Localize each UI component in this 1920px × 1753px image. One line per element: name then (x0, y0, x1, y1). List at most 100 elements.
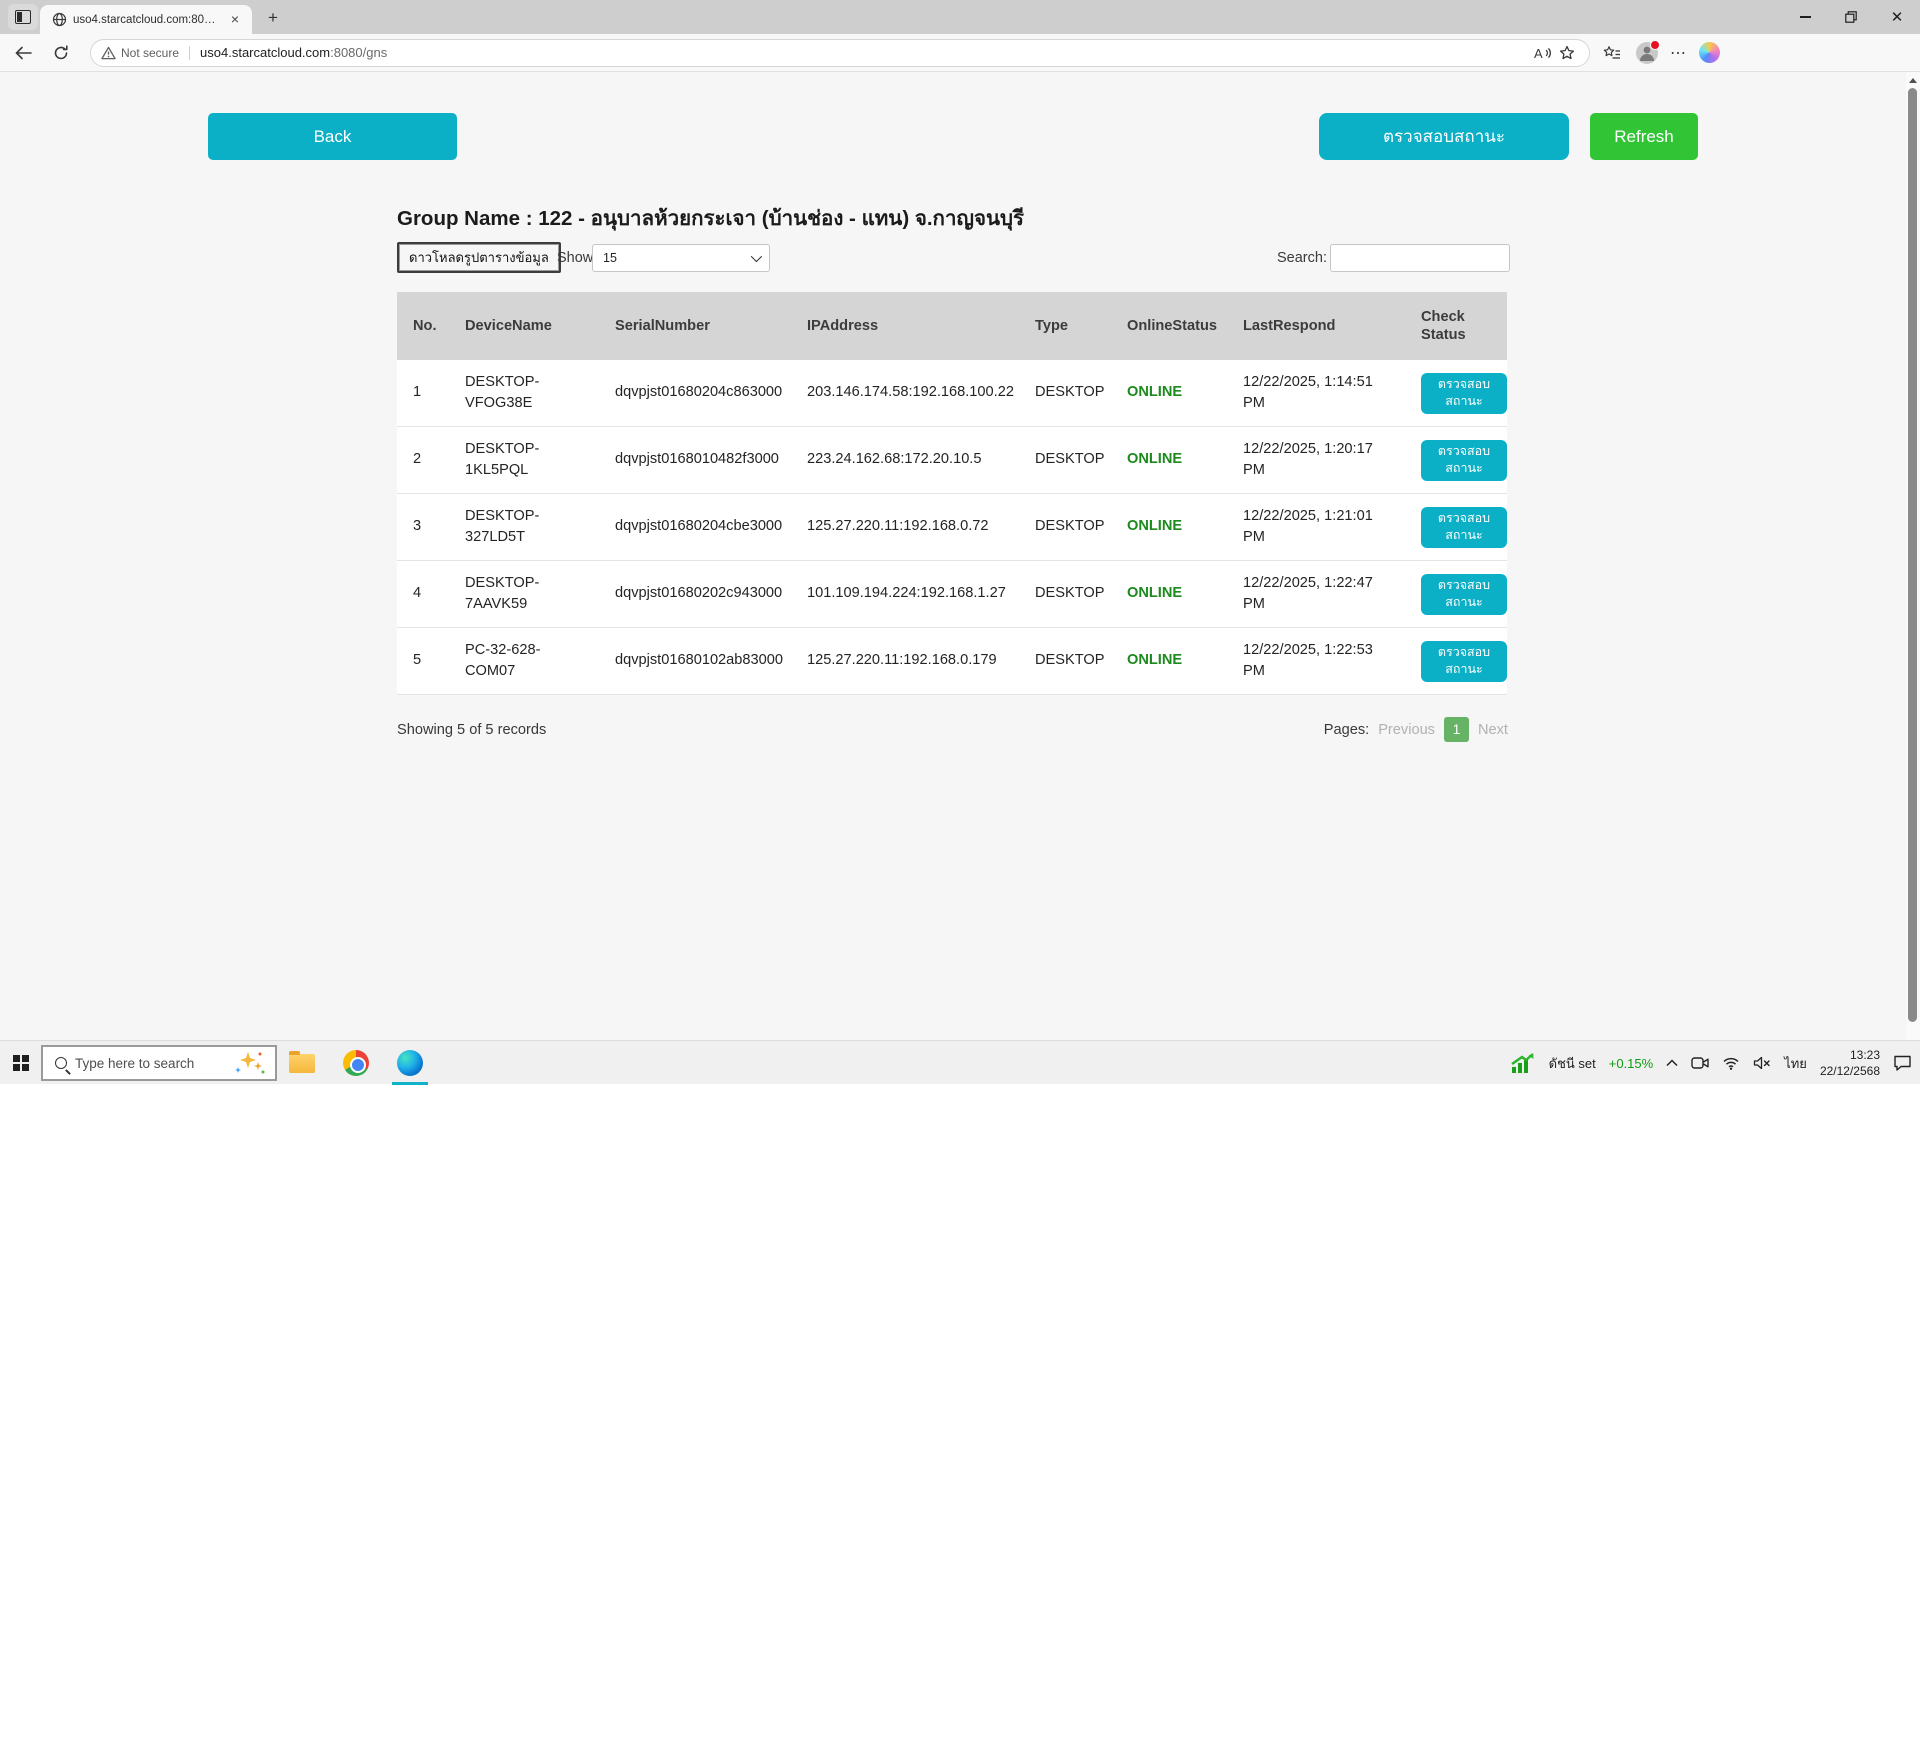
desktop-screenshot: uso4.starcatcloud.com:8080/gns × + ✕ (0, 0, 1920, 1753)
meet-now-button[interactable] (1691, 1056, 1709, 1070)
chevron-up-icon (1666, 1059, 1678, 1067)
group-name-heading: Group Name : 122 - อนุบาลห้วยกระเจา (บ้า… (397, 202, 1024, 235)
back-arrow-icon (15, 46, 32, 60)
col-header-type: Type (1019, 292, 1111, 360)
row-check-status-button[interactable]: ตรวจสอบสถานะ (1421, 373, 1507, 414)
taskbar-search-box[interactable]: Type here to search (41, 1045, 277, 1081)
cell-lastrespond: 12/22/2025, 1:14:51 PM (1227, 360, 1405, 426)
minimize-button[interactable] (1782, 0, 1828, 34)
globe-favicon-icon (52, 12, 67, 27)
reload-button[interactable] (46, 38, 76, 68)
person-icon (1636, 42, 1658, 64)
next-page-button[interactable]: Next (1478, 722, 1508, 738)
profile-avatar[interactable] (1636, 42, 1658, 64)
file-explorer-icon (289, 1054, 315, 1073)
wifi-icon (1722, 1056, 1740, 1070)
cell-lastrespond: 12/22/2025, 1:21:01 PM (1227, 494, 1405, 560)
new-tab-button[interactable]: + (260, 7, 286, 29)
file-explorer-button[interactable] (282, 1041, 322, 1085)
browser-window: uso4.starcatcloud.com:8080/gns × + ✕ (0, 0, 1920, 1040)
row-check-status-button[interactable]: ตรวจสอบสถานะ (1421, 507, 1507, 548)
page-back-button[interactable]: Back (208, 113, 457, 160)
read-aloud-button[interactable]: A (1531, 41, 1555, 65)
cell-devicename: DESKTOP-1KL5PQL (449, 427, 599, 493)
action-center-button[interactable] (1893, 1055, 1912, 1071)
page-size-select[interactable]: 15 (592, 244, 770, 272)
reload-icon (53, 45, 69, 61)
tab-close-icon[interactable]: × (226, 11, 244, 29)
page-refresh-button[interactable]: Refresh (1590, 113, 1698, 160)
page-size-value: 15 (603, 251, 751, 265)
cell-no: 2 (397, 427, 449, 493)
wifi-button[interactable] (1722, 1056, 1740, 1070)
security-label[interactable]: Not secure (121, 46, 179, 60)
start-button[interactable] (13, 1055, 29, 1071)
cell-checkstatus: ตรวจสอบสถานะ (1405, 494, 1507, 560)
camera-icon (1691, 1056, 1709, 1070)
read-aloud-icon: A (1534, 46, 1552, 60)
search-input[interactable] (1330, 244, 1510, 272)
volume-muted-button[interactable] (1753, 1056, 1771, 1070)
cell-onlinestatus: ONLINE (1111, 494, 1227, 560)
cell-checkstatus: ตรวจสอบสถานะ (1405, 561, 1507, 627)
close-icon: ✕ (1891, 10, 1904, 25)
scrollbar-up-arrow-icon[interactable] (1909, 78, 1917, 83)
stock-change-value[interactable]: +0.15% (1609, 1056, 1653, 1071)
device-table: No. DeviceName SerialNumber IPAddress Ty… (397, 292, 1507, 695)
current-page-button[interactable]: 1 (1444, 717, 1469, 742)
cell-type: DESKTOP (1019, 561, 1111, 627)
search-icon (55, 1057, 67, 1069)
edge-button[interactable] (390, 1041, 430, 1085)
previous-page-button[interactable]: Previous (1378, 722, 1435, 738)
close-window-button[interactable]: ✕ (1874, 0, 1920, 34)
scrollbar-thumb[interactable] (1908, 88, 1917, 1022)
online-status-badge: ONLINE (1127, 382, 1182, 403)
tray-overflow-button[interactable] (1666, 1059, 1678, 1067)
cell-onlinestatus: ONLINE (1111, 360, 1227, 426)
cell-no: 5 (397, 628, 449, 694)
not-secure-warning-icon (101, 46, 116, 60)
notification-bubble-icon (1893, 1055, 1912, 1071)
settings-menu-button[interactable]: ⋯ (1670, 43, 1687, 63)
table-header-row: No. DeviceName SerialNumber IPAddress Ty… (397, 292, 1507, 360)
language-indicator[interactable]: ไทย (1784, 1053, 1807, 1074)
tab-actions-menu-button[interactable] (8, 4, 38, 30)
vertical-scrollbar[interactable] (1906, 72, 1920, 1040)
cell-onlinestatus: ONLINE (1111, 561, 1227, 627)
back-nav-button[interactable] (8, 38, 38, 68)
url-path: :8080/gns (330, 45, 387, 60)
cell-devicename: DESKTOP-7AAVK59 (449, 561, 599, 627)
stock-widget-button[interactable] (1510, 1052, 1536, 1074)
search-label: Search: (1277, 250, 1327, 266)
favorites-hub-button[interactable] (1600, 41, 1624, 65)
download-table-image-button[interactable]: ดาวโหลดรูปตารางข้อมูล (397, 242, 561, 273)
online-status-badge: ONLINE (1127, 583, 1182, 604)
table-body: 1 DESKTOP-VFOG38E dqvpjst01680204c863000… (397, 360, 1507, 695)
cell-serialnumber: dqvpjst01680204c863000 (599, 360, 791, 426)
clock-time: 13:23 (1820, 1047, 1880, 1063)
cell-checkstatus: ตรวจสอบสถานะ (1405, 427, 1507, 493)
system-tray: ดัชนี set +0.15% ไทย 13:23 22/12/2568 (1510, 1041, 1912, 1085)
online-status-badge: ONLINE (1127, 650, 1182, 671)
address-bar[interactable]: Not secure uso4.starcatcloud.com:8080/gn… (90, 39, 1590, 67)
speaker-mute-icon (1753, 1056, 1771, 1070)
chrome-button[interactable] (336, 1041, 376, 1085)
row-check-status-button[interactable]: ตรวจสอบสถานะ (1421, 440, 1507, 481)
address-divider (189, 46, 190, 60)
row-check-status-button[interactable]: ตรวจสอบสถานะ (1421, 641, 1507, 682)
edge-icon (397, 1050, 423, 1076)
row-check-status-button[interactable]: ตรวจสอบสถานะ (1421, 574, 1507, 615)
copilot-icon[interactable] (1699, 42, 1720, 63)
browser-tab-active[interactable]: uso4.starcatcloud.com:8080/gns × (40, 5, 252, 34)
favorite-star-button[interactable] (1555, 41, 1579, 65)
cell-ipaddress: 125.27.220.11:192.168.0.179 (791, 628, 1019, 694)
cell-no: 4 (397, 561, 449, 627)
pagination: Pages: Previous 1 Next (1324, 717, 1508, 742)
check-status-all-button[interactable]: ตรวจสอบสถานะ (1319, 113, 1569, 160)
cell-lastrespond: 12/22/2025, 1:20:17 PM (1227, 427, 1405, 493)
cell-lastrespond: 12/22/2025, 1:22:47 PM (1227, 561, 1405, 627)
maximize-restore-button[interactable] (1828, 0, 1874, 34)
taskbar-clock[interactable]: 13:23 22/12/2568 (1820, 1047, 1880, 1079)
cell-devicename: DESKTOP-VFOG38E (449, 360, 599, 426)
stock-widget-label[interactable]: ดัชนี set (1549, 1053, 1596, 1074)
